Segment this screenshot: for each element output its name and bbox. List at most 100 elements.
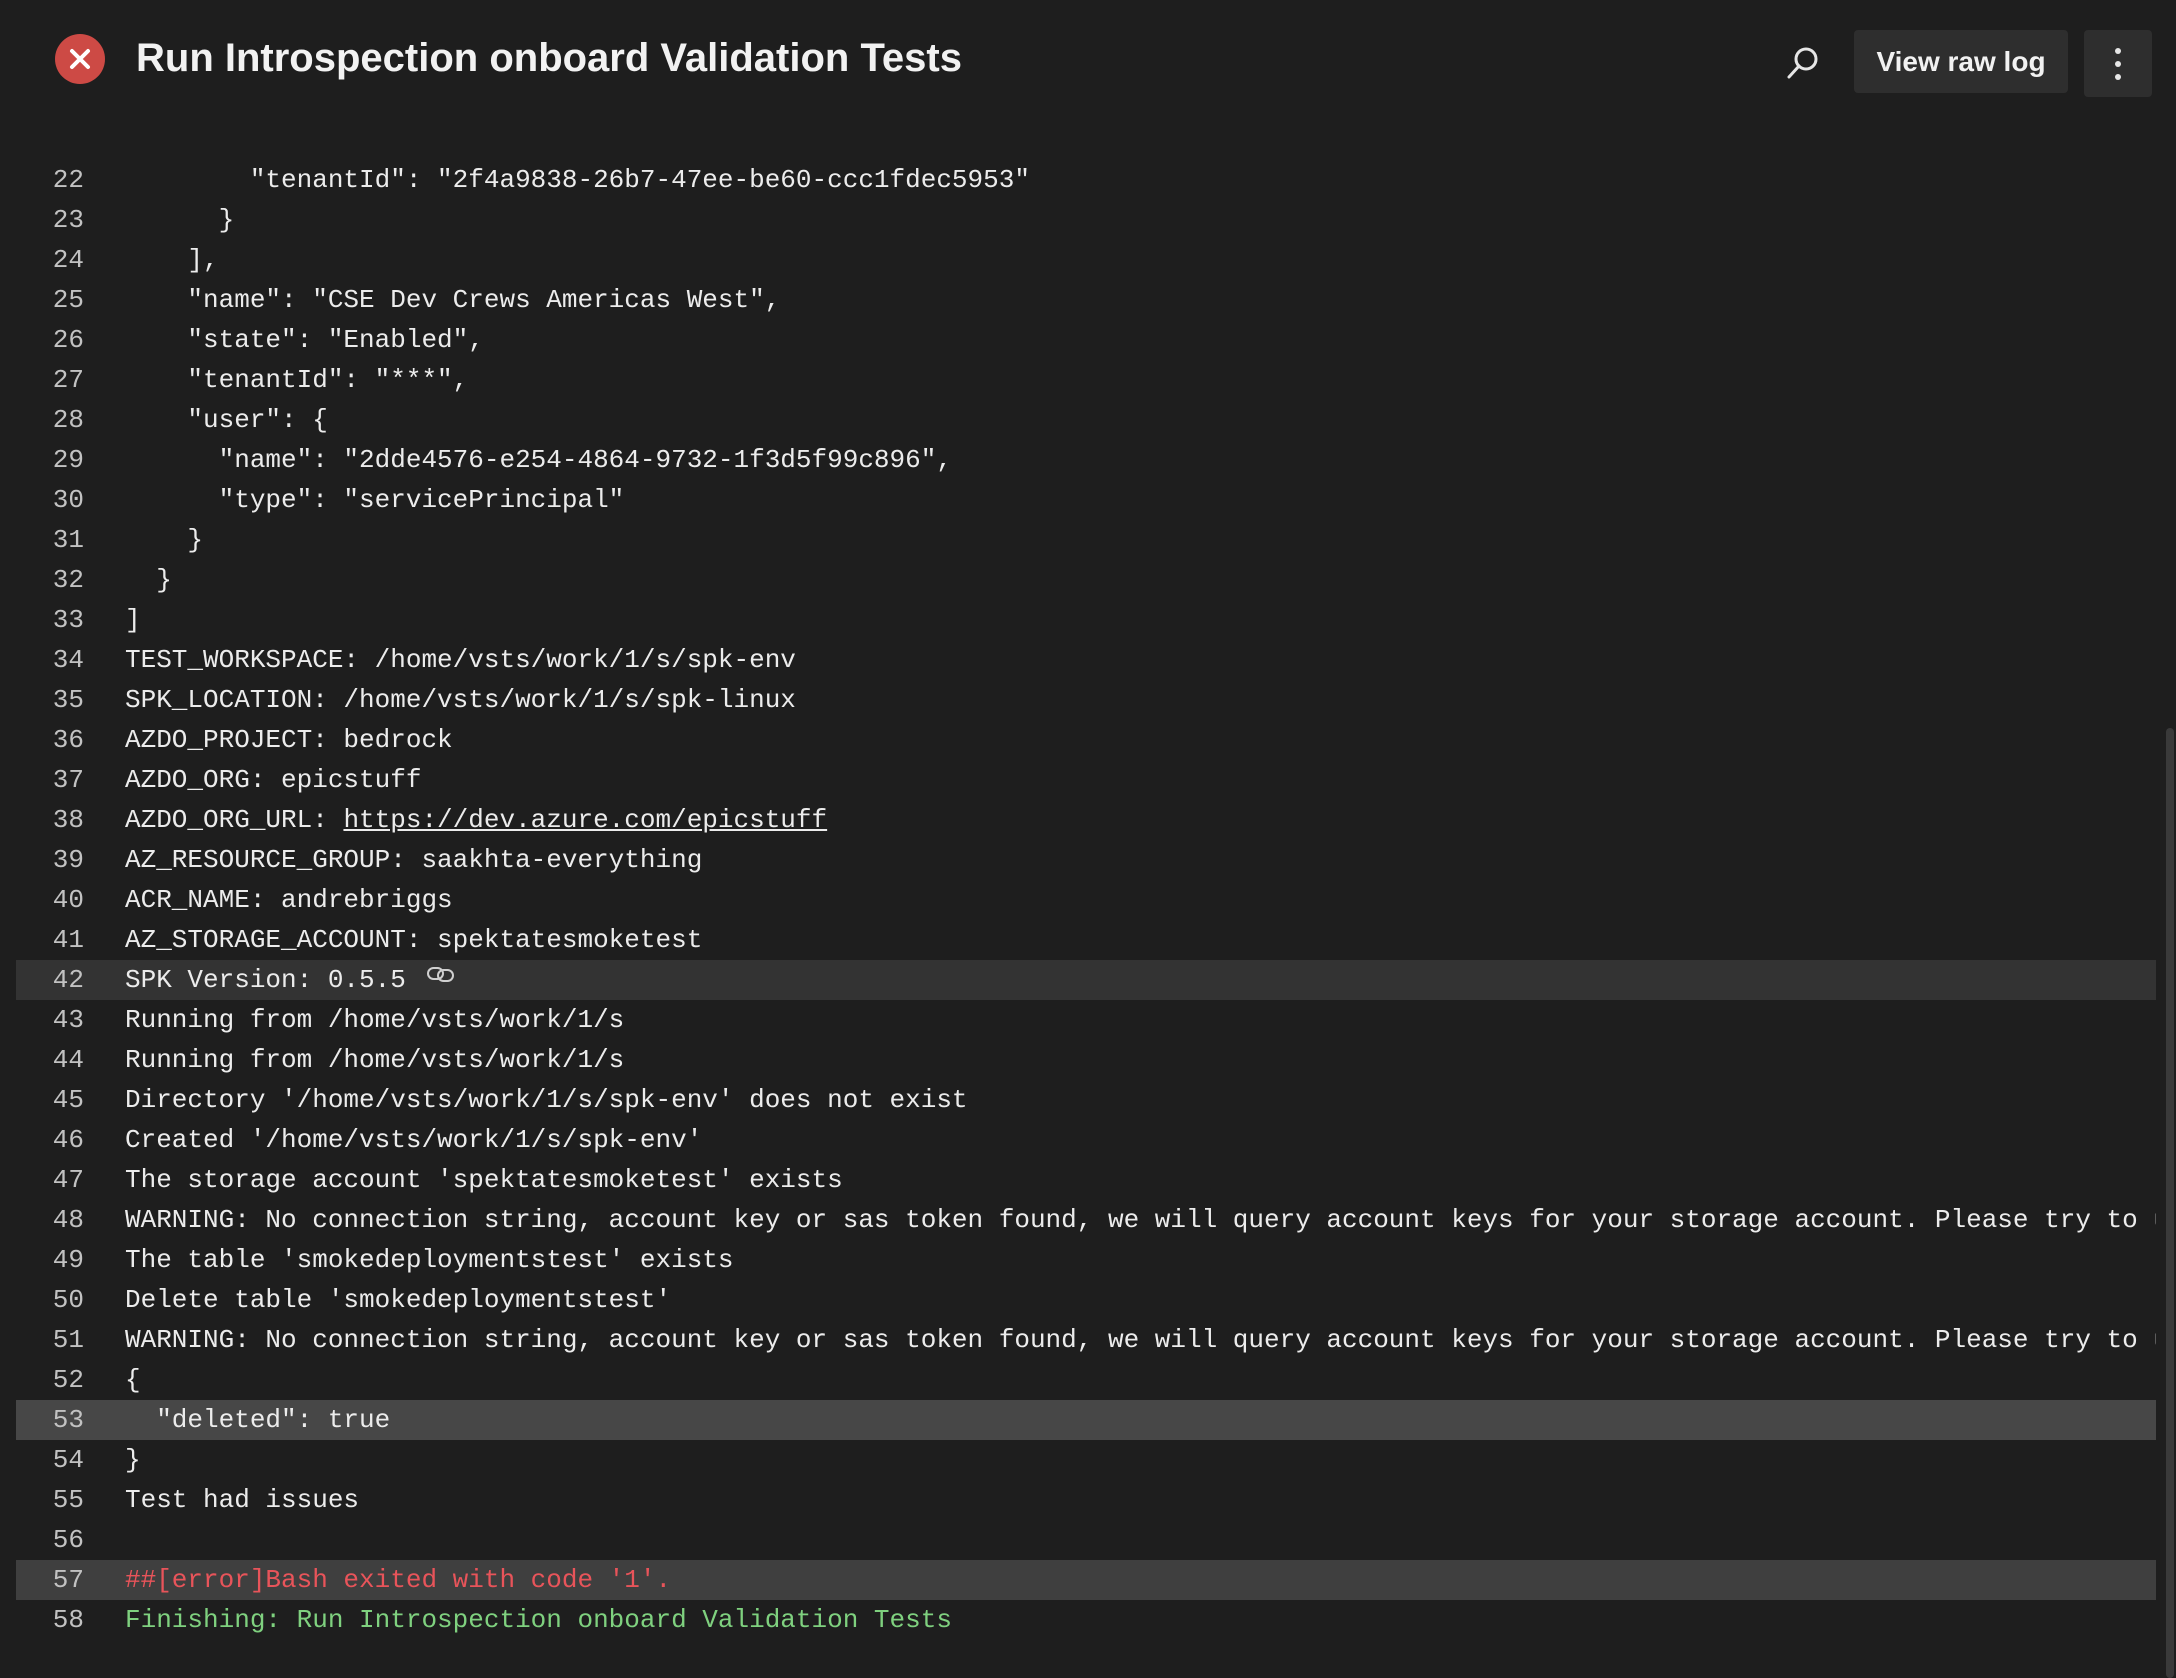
- line-number[interactable]: 32: [16, 560, 84, 600]
- log-line[interactable]: 54}: [16, 1440, 2156, 1480]
- log-line[interactable]: 30 "type": "servicePrincipal": [16, 480, 2156, 520]
- log-line-content: }: [125, 525, 204, 555]
- line-number[interactable]: 51: [16, 1320, 84, 1360]
- log-line-content: Running from /home/vsts/work/1/s: [125, 1005, 625, 1035]
- log-line[interactable]: 50 Delete table 'smokedeploymentstest': [16, 1280, 2156, 1320]
- log-line[interactable]: 27 "tenantId": "***",: [16, 360, 2156, 400]
- log-line-text: Finishing: Run Introspection onboard Val…: [125, 1600, 952, 1640]
- log-line[interactable]: 41 AZ_STORAGE_ACCOUNT: spektatesmoketest: [16, 920, 2156, 960]
- log-line[interactable]: 52 {: [16, 1360, 2156, 1400]
- org-url-link[interactable]: https://dev.azure.com/epicstuff: [343, 805, 827, 835]
- search-button[interactable]: [1780, 40, 1826, 86]
- log-line[interactable]: 55 Test had issues: [16, 1480, 2156, 1520]
- line-number[interactable]: 45: [16, 1080, 84, 1120]
- log-line[interactable]: 32 }: [16, 560, 2156, 600]
- line-number[interactable]: 24: [16, 240, 84, 280]
- line-number[interactable]: 47: [16, 1160, 84, 1200]
- log-line[interactable]: 43 Running from /home/vsts/work/1/s: [16, 1000, 2156, 1040]
- line-number[interactable]: 27: [16, 360, 84, 400]
- log-line[interactable]: 24 ],: [16, 240, 2156, 280]
- log-line[interactable]: 49 The table 'smokedeploymentstest' exist…: [16, 1240, 2156, 1280]
- log-line[interactable]: 45 Directory '/home/vsts/work/1/s/spk-env…: [16, 1080, 2156, 1120]
- log-line-label: AZDO_ORG_URL:: [125, 805, 344, 835]
- line-number[interactable]: 29: [16, 440, 84, 480]
- log-line[interactable]: 39 AZ_RESOURCE_GROUP: saakhta-everything: [16, 840, 2156, 880]
- log-line-content: Created '/home/vsts/work/1/s/spk-env': [125, 1125, 703, 1155]
- log-line-text: SPK_LOCATION: /home/vsts/work/1/s/spk-li…: [125, 680, 796, 720]
- more-options-button[interactable]: [2084, 30, 2152, 97]
- log-line[interactable]: 44 Running from /home/vsts/work/1/s: [16, 1040, 2156, 1080]
- log-line[interactable]: 28 "user": {: [16, 400, 2156, 440]
- line-number[interactable]: 38: [16, 800, 84, 840]
- line-number[interactable]: 53: [16, 1400, 84, 1440]
- log-line[interactable]: 29 "name": "2dde4576-e254-4864-9732-1f3d…: [16, 440, 2156, 480]
- log-line[interactable]: 34 TEST_WORKSPACE: /home/vsts/work/1/s/sp…: [16, 640, 2156, 680]
- line-number[interactable]: 37: [16, 760, 84, 800]
- log-line-content: "tenantId": "***",: [125, 365, 469, 395]
- line-number[interactable]: 28: [16, 400, 84, 440]
- line-number[interactable]: 56: [16, 1520, 84, 1560]
- line-number[interactable]: 52: [16, 1360, 84, 1400]
- log-line-text: TEST_WORKSPACE: /home/vsts/work/1/s/spk-…: [125, 640, 796, 680]
- log-line-text: SPK Version: 0.5.5: [125, 960, 456, 1000]
- log-line[interactable]: 37 AZDO_ORG: epicstuff: [16, 760, 2156, 800]
- line-number[interactable]: 58: [16, 1600, 84, 1640]
- log-line[interactable]: 23 }: [16, 200, 2156, 240]
- line-number[interactable]: 55: [16, 1480, 84, 1520]
- line-number[interactable]: 26: [16, 320, 84, 360]
- line-number[interactable]: 54: [16, 1440, 84, 1480]
- line-number[interactable]: 23: [16, 200, 84, 240]
- line-number[interactable]: 49: [16, 1240, 84, 1280]
- log-line-text: "tenantId": "2f4a9838-26b7-47ee-be60-ccc…: [125, 160, 1030, 200]
- line-number[interactable]: 36: [16, 720, 84, 760]
- log-line-content: Delete table 'smokedeploymentstest': [125, 1285, 672, 1315]
- log-line-text: "user": {: [125, 400, 327, 440]
- line-number[interactable]: 31: [16, 520, 84, 560]
- log-line-text: }: [125, 560, 172, 600]
- log-line-content: The storage account 'spektatesmoketest' …: [125, 1165, 843, 1195]
- line-number[interactable]: 44: [16, 1040, 84, 1080]
- line-number[interactable]: 35: [16, 680, 84, 720]
- line-number[interactable]: 22: [16, 160, 84, 200]
- view-raw-log-button[interactable]: View raw log: [1854, 30, 2068, 93]
- line-number[interactable]: 50: [16, 1280, 84, 1320]
- log-line[interactable]: 57 ##[error]Bash exited with code '1'.: [16, 1560, 2156, 1600]
- log-line[interactable]: 22 "tenantId": "2f4a9838-26b7-47ee-be60-…: [16, 160, 2156, 200]
- log-line[interactable]: 51 WARNING: No connection string, account…: [16, 1320, 2156, 1360]
- log-line-content: "name": "CSE Dev Crews Americas West",: [125, 285, 781, 315]
- log-line[interactable]: 42 SPK Version: 0.5.5: [16, 960, 2156, 1000]
- log-line[interactable]: 25 "name": "CSE Dev Crews Americas West"…: [16, 280, 2156, 320]
- line-number[interactable]: 57: [16, 1560, 84, 1600]
- line-number[interactable]: 46: [16, 1120, 84, 1160]
- log-line[interactable]: 58 Finishing: Run Introspection onboard V…: [16, 1600, 2156, 1640]
- line-number[interactable]: 42: [16, 960, 84, 1000]
- line-number[interactable]: 41: [16, 920, 84, 960]
- vertical-scrollbar[interactable]: [2166, 728, 2174, 1678]
- line-number[interactable]: 48: [16, 1200, 84, 1240]
- log-line-text: The table 'smokedeploymentstest' exists: [125, 1240, 734, 1280]
- line-number[interactable]: 33: [16, 600, 84, 640]
- log-line[interactable]: 35 SPK_LOCATION: /home/vsts/work/1/s/spk-…: [16, 680, 2156, 720]
- log-line[interactable]: 40 ACR_NAME: andrebriggs: [16, 880, 2156, 920]
- log-line[interactable]: 33]: [16, 600, 2156, 640]
- line-number[interactable]: 43: [16, 1000, 84, 1040]
- line-number[interactable]: 40: [16, 880, 84, 920]
- log-line[interactable]: 53 "deleted": true: [16, 1400, 2156, 1440]
- line-number[interactable]: 25: [16, 280, 84, 320]
- log-line-content: AZDO_ORG: epicstuff: [125, 765, 422, 795]
- line-number[interactable]: 39: [16, 840, 84, 880]
- log-line[interactable]: 47 The storage account 'spektatesmoketest…: [16, 1160, 2156, 1200]
- log-line[interactable]: 46 Created '/home/vsts/work/1/s/spk-env': [16, 1120, 2156, 1160]
- log-line[interactable]: 31 }: [16, 520, 2156, 560]
- log-line[interactable]: 36 AZDO_PROJECT: bedrock: [16, 720, 2156, 760]
- log-line-text: AZ_STORAGE_ACCOUNT: spektatesmoketest: [125, 920, 702, 960]
- log-line-content: "state": "Enabled",: [125, 325, 484, 355]
- log-line[interactable]: 56: [16, 1520, 2156, 1560]
- line-number[interactable]: 34: [16, 640, 84, 680]
- line-number[interactable]: 30: [16, 480, 84, 520]
- copy-link-icon[interactable]: [426, 960, 456, 998]
- log-line[interactable]: 38 AZDO_ORG_URL: https://dev.azure.com/ep…: [16, 800, 2156, 840]
- log-line[interactable]: 48 WARNING: No connection string, account…: [16, 1200, 2156, 1240]
- log-line[interactable]: 26 "state": "Enabled",: [16, 320, 2156, 360]
- log-line-text: Running from /home/vsts/work/1/s: [125, 1000, 624, 1040]
